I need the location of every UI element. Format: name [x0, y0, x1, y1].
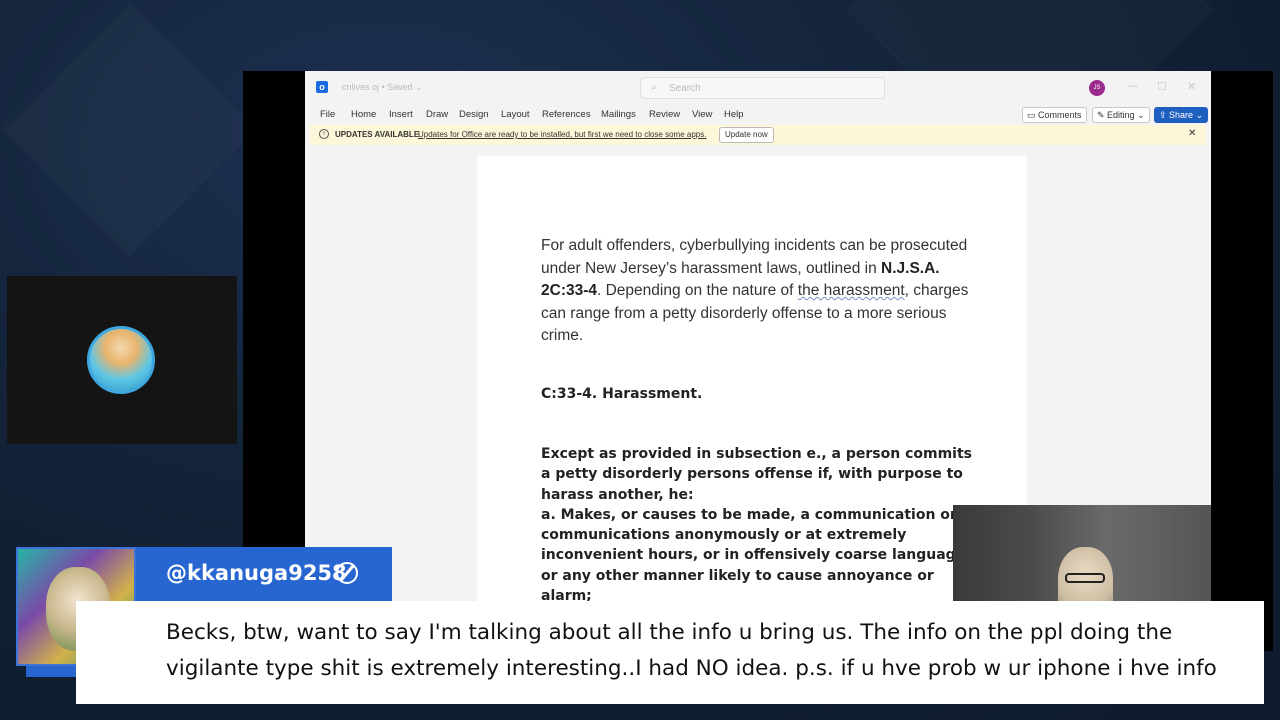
moderator-icon [336, 562, 358, 584]
background-shape [3, 3, 258, 258]
pencil-icon: ✎ [1097, 110, 1108, 120]
glasses [1065, 573, 1105, 583]
menu-mailings[interactable]: Mailings [601, 109, 636, 120]
menu-help[interactable]: Help [724, 109, 744, 120]
statute-paragraph: Except as provided in subsection e., a p… [541, 446, 973, 503]
paragraph-intro: For adult offenders, cyberbullying incid… [541, 235, 971, 348]
grammar-suggestion[interactable]: the harassment [798, 282, 905, 299]
share-icon: ⇪ [1159, 110, 1170, 120]
channel-panel [7, 276, 237, 444]
menu-view[interactable]: View [692, 109, 712, 120]
comment-icon: ▭ [1027, 110, 1039, 120]
document-title[interactable]: cnlives oj • Saved ⌄ [342, 82, 423, 93]
menu-references[interactable]: References [542, 109, 591, 120]
menu-home[interactable]: Home [351, 109, 376, 120]
chat-username-bar: @kkanuga9258 [136, 547, 392, 601]
share-label: Share [1169, 110, 1194, 120]
chevron-down-icon: ⌄ [1193, 110, 1204, 120]
search-icon: ⌕ [651, 82, 657, 93]
editing-button[interactable]: ✎ Editing ⌄ [1092, 107, 1150, 123]
update-message-link[interactable]: Updates for Office are ready to be insta… [418, 130, 706, 139]
statute-paragraph-a: a. Makes, or causes to be made, a commun… [541, 506, 971, 605]
close-window-icon[interactable]: ✕ [1187, 80, 1196, 93]
statute-text: Except as provided in subsection e., a p… [541, 444, 976, 606]
outlook-icon[interactable]: o [316, 81, 328, 93]
maximize-icon[interactable]: ☐ [1157, 80, 1167, 93]
menu-insert[interactable]: Insert [389, 109, 413, 120]
menu-draw[interactable]: Draw [426, 109, 448, 120]
chat-message-box: Becks, btw, want to say I'm talking abou… [76, 601, 1264, 704]
close-icon[interactable]: ✕ [1188, 128, 1196, 139]
editing-label: Editing [1107, 110, 1135, 120]
update-bar: i UPDATES AVAILABLE Updates for Office a… [310, 125, 1206, 145]
webcam-feed [953, 505, 1211, 605]
update-now-button[interactable]: Update now [719, 127, 774, 143]
text-run: . Depending on the nature of [597, 282, 798, 300]
minimize-icon[interactable]: — [1127, 80, 1138, 92]
chat-message: Becks, btw, want to say I'm talking abou… [166, 620, 1217, 681]
chat-username: @kkanuga9258 [166, 561, 347, 585]
document-page[interactable]: For adult offenders, cyberbullying incid… [477, 156, 1027, 651]
section-heading: C:33-4. Harassment. [541, 386, 703, 402]
update-title: UPDATES AVAILABLE [335, 130, 420, 139]
menu-layout[interactable]: Layout [501, 109, 530, 120]
title-bar: o cnlives oj • Saved ⌄ ⌕ Search JS — ☐ ✕ [305, 71, 1211, 105]
menu-file[interactable]: File [320, 109, 335, 120]
search-box[interactable]: ⌕ Search [640, 77, 885, 99]
user-avatar[interactable]: JS [1089, 80, 1105, 96]
search-placeholder: Search [669, 83, 701, 94]
comments-button[interactable]: ▭ Comments [1022, 107, 1087, 123]
info-icon: i [319, 129, 329, 139]
ribbon-menu: File Home Insert Draw Design Layout Refe… [305, 105, 1211, 125]
channel-avatar [87, 326, 155, 394]
menu-design[interactable]: Design [459, 109, 489, 120]
chevron-down-icon: ⌄ [1134, 110, 1145, 120]
comments-label: Comments [1038, 110, 1082, 120]
menu-review[interactable]: Review [649, 109, 680, 120]
share-button[interactable]: ⇪ Share ⌄ [1154, 107, 1209, 123]
